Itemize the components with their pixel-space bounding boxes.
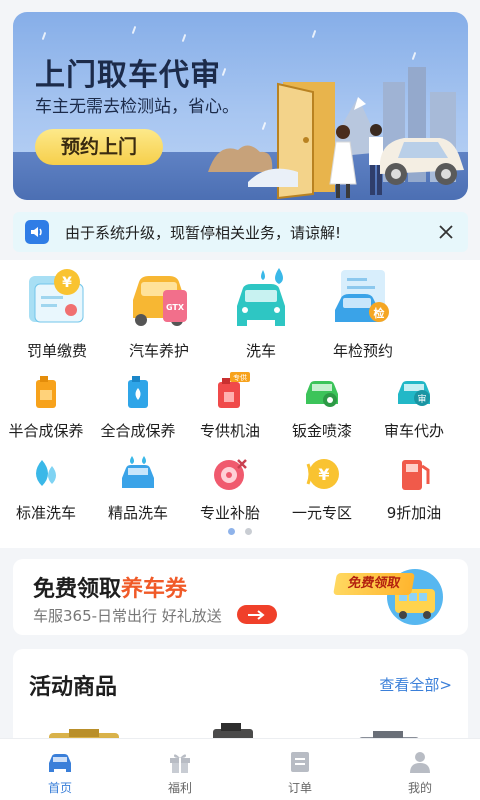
ticket-payment-icon: ¥ (25, 266, 89, 330)
book-visit-button[interactable]: 预约上门 (35, 129, 163, 165)
services-grid: ¥ 罚单缴费 GTX 汽车养护 洗车 检 年检预约 半合成保养 全合成保养 专供… (0, 260, 480, 548)
tire-repair-icon (210, 454, 250, 494)
annual-inspection-icon: 检 (331, 266, 395, 330)
notice-text: 由于系统升级，现暂停相关业务，请谅解! (65, 223, 342, 242)
premium-wash-icon (118, 454, 158, 494)
one-yuan-icon: ¥ (302, 454, 342, 494)
arrow-right-icon[interactable] (237, 605, 277, 624)
service-fuel-discount[interactable]: 9折加油 (368, 454, 460, 523)
user-icon (407, 749, 433, 775)
tab-label: 福利 (167, 781, 192, 795)
order-icon (287, 749, 313, 775)
inspection-agent-icon: 审 (394, 372, 434, 412)
promo-banner[interactable]: 上门取车代审 车主无需去检测站，省心。 预约上门 (13, 12, 468, 200)
view-all-link[interactable]: 查看全部> (379, 674, 452, 695)
service-label: 罚单缴费 (26, 342, 87, 360)
full-synthetic-oil-icon (118, 372, 158, 412)
free-claim-tag[interactable]: 免费领取 (333, 573, 415, 595)
coupon-subtitle: 车服365-日常出行 好礼放送 (33, 607, 222, 625)
service-inspection-agent[interactable]: 审 审车代办 (368, 372, 460, 441)
car-maintenance-icon: GTX (127, 266, 191, 330)
notice-bar: 由于系统升级，现暂停相关业务，请谅解! (13, 212, 468, 252)
close-icon[interactable] (432, 218, 460, 246)
service-annual-inspection[interactable]: 检 年检预约 (317, 266, 409, 361)
gift-icon (167, 749, 193, 775)
car-wash-icon (229, 266, 293, 330)
coupon-title-highlight: 养车券 (121, 577, 188, 602)
service-tire-repair[interactable]: 专业补胎 (184, 454, 276, 523)
service-car-maintenance[interactable]: GTX 汽车养护 (113, 266, 205, 361)
paint-icon (302, 372, 342, 412)
tab-label: 首页 (47, 781, 72, 795)
service-label: 专供机油 (199, 422, 260, 440)
service-car-wash[interactable]: 洗车 (215, 266, 307, 361)
tab-bar: 首页 福利 订单 我的 (0, 738, 480, 800)
activity-title: 活动商品 (29, 675, 118, 700)
page-dot[interactable] (245, 528, 252, 535)
tab-welfare[interactable]: 福利 (120, 739, 240, 800)
service-label: 审车代办 (383, 422, 444, 440)
home-car-icon (47, 749, 73, 775)
service-engine-oil[interactable]: 专供 专供机油 (184, 372, 276, 441)
speaker-icon (25, 220, 49, 244)
svg-text:审: 审 (417, 393, 426, 405)
service-paint[interactable]: 钣金喷漆 (276, 372, 368, 441)
fuel-pump-icon (394, 454, 434, 494)
banner-title: 上门取车代审 (35, 58, 221, 93)
service-label: 全合成保养 (100, 422, 176, 440)
water-drop-icon (26, 454, 66, 494)
service-label: 年检预约 (332, 342, 393, 360)
service-label: 精品洗车 (107, 504, 168, 522)
service-label: 钣金喷漆 (291, 422, 352, 440)
service-label: 半合成保养 (8, 422, 84, 440)
service-one-yuan[interactable]: ¥ 一元专区 (276, 454, 368, 523)
svg-text:¥: ¥ (318, 465, 329, 484)
service-ticket-payment[interactable]: ¥ 罚单缴费 (11, 266, 103, 361)
service-label: 标准洗车 (15, 504, 76, 522)
page-dot-active[interactable] (228, 528, 235, 535)
tab-label: 订单 (287, 781, 312, 795)
svg-text:¥: ¥ (62, 275, 72, 291)
engine-oil-icon: 专供 (210, 372, 250, 412)
tab-label: 我的 (407, 781, 432, 795)
service-premium-wash[interactable]: 精品洗车 (92, 454, 184, 523)
coupon-title: 免费领取养车券 (33, 571, 187, 603)
service-label: 9折加油 (386, 504, 442, 522)
tab-orders[interactable]: 订单 (240, 739, 360, 800)
service-label: 汽车养护 (128, 342, 189, 360)
service-label: 洗车 (245, 342, 276, 360)
page-indicator (0, 528, 480, 535)
service-label: 一元专区 (291, 504, 352, 522)
svg-text:检: 检 (374, 306, 385, 320)
service-full-synthetic[interactable]: 全合成保养 (92, 372, 184, 441)
banner-illustration (208, 67, 464, 200)
svg-text:专供: 专供 (233, 373, 247, 382)
service-semi-synthetic[interactable]: 半合成保养 (0, 372, 92, 441)
service-label: 专业补胎 (199, 504, 260, 522)
tab-home[interactable]: 首页 (0, 739, 120, 800)
semi-synthetic-oil-icon (26, 372, 66, 412)
svg-text:GTX: GTX (166, 303, 185, 312)
coupon-title-prefix: 免费领取 (33, 577, 122, 602)
coupon-card[interactable]: 免费领取养车券 车服365-日常出行 好礼放送 免费领取 (13, 559, 468, 635)
service-standard-wash[interactable]: 标准洗车 (0, 454, 92, 523)
tab-profile[interactable]: 我的 (360, 739, 480, 800)
banner-subtitle: 车主无需去检测站，省心。 (35, 97, 239, 117)
